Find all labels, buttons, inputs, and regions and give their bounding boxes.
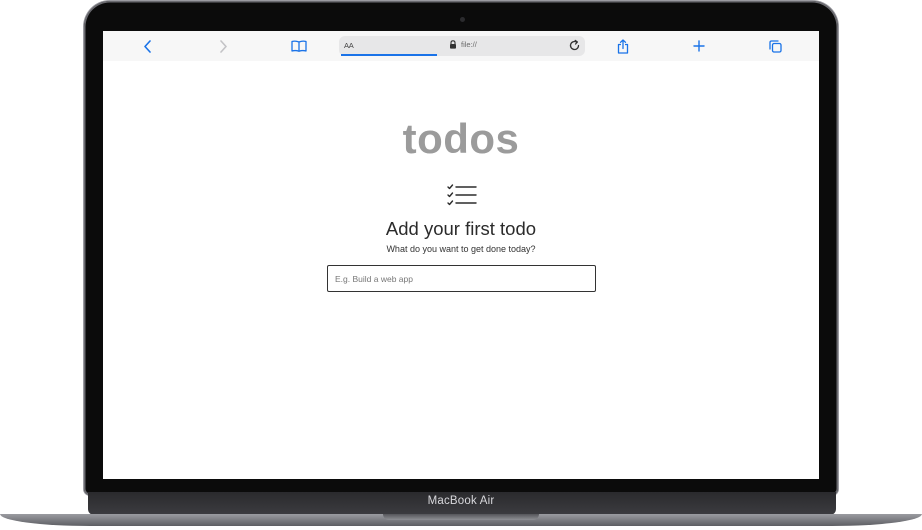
app-title: todos [402, 115, 520, 162]
tabs-icon [768, 39, 782, 53]
chevron-left-icon [143, 39, 151, 53]
device-label: MacBook Air [427, 495, 495, 507]
share-button[interactable] [614, 37, 632, 55]
tabs-button[interactable] [766, 37, 784, 55]
text-size-button[interactable]: AA [344, 41, 354, 50]
laptop-opening-notch [383, 514, 539, 520]
laptop-base: MacBook Air [0, 492, 922, 528]
book-icon [291, 40, 307, 52]
browser-screen: AA file:// todos Add your first todo Wha… [103, 31, 819, 479]
new-tab-button[interactable] [690, 37, 708, 55]
url-display[interactable]: file:// [449, 40, 477, 49]
new-todo-input[interactable] [327, 265, 596, 292]
share-icon [617, 38, 629, 54]
back-button[interactable] [138, 37, 156, 55]
forward-button[interactable] [214, 37, 232, 55]
address-bar[interactable]: AA file:// [339, 36, 585, 56]
chevron-right-icon [219, 39, 227, 53]
lock-icon [450, 40, 456, 49]
reload-icon[interactable] [568, 39, 581, 52]
plus-icon [693, 40, 705, 52]
url-text: file:// [461, 40, 477, 49]
browser-toolbar: AA file:// [103, 31, 819, 61]
bookmarks-button[interactable] [290, 37, 308, 55]
page-load-progress [341, 54, 437, 56]
empty-state-subheading: What do you want to get done today? [386, 244, 536, 254]
camera-dot [460, 17, 465, 22]
empty-state-heading: Add your first todo [385, 218, 537, 239]
checklist-icon [447, 184, 477, 206]
